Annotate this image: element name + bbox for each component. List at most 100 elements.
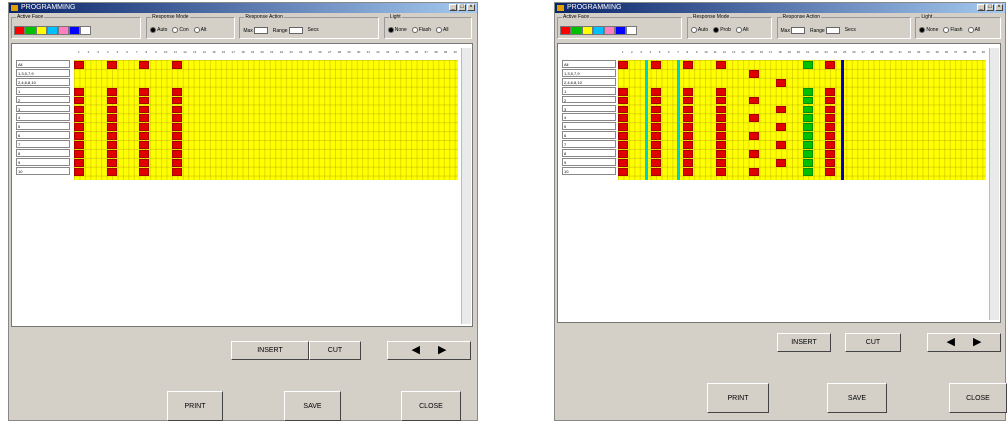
step-cell[interactable] — [803, 141, 814, 149]
radio-button[interactable] — [713, 27, 720, 33]
row-name-field[interactable]: 3 — [562, 104, 616, 113]
step-cell[interactable] — [74, 141, 84, 149]
step-cell[interactable] — [618, 96, 628, 105]
step-cell[interactable] — [803, 61, 814, 69]
response-mode-option[interactable]: Auto — [150, 27, 167, 33]
radio-button[interactable] — [387, 27, 394, 33]
range-input[interactable] — [288, 27, 303, 34]
light-option[interactable]: All — [435, 27, 449, 33]
step-cell[interactable] — [106, 87, 117, 96]
step-cell[interactable] — [748, 132, 759, 141]
step-cell[interactable] — [825, 158, 836, 167]
row-name-field[interactable]: 6 — [16, 131, 70, 140]
row-name-field[interactable]: 7 — [16, 140, 70, 148]
step-cell[interactable] — [139, 158, 150, 167]
step-cell[interactable] — [74, 150, 84, 158]
step-grid[interactable] — [618, 60, 986, 180]
response-mode-option[interactable]: Alt — [735, 27, 749, 33]
step-cell[interactable] — [683, 141, 694, 149]
step-cell[interactable] — [139, 123, 150, 132]
row-name-field[interactable]: All — [562, 60, 616, 68]
step-cell[interactable] — [716, 87, 727, 96]
step-cell[interactable] — [139, 167, 150, 176]
radio-button[interactable] — [172, 27, 179, 33]
step-cell[interactable] — [106, 158, 117, 167]
step-cell[interactable] — [825, 141, 836, 149]
step-cell[interactable] — [74, 167, 84, 176]
response-mode-option[interactable]: Auto — [690, 27, 708, 33]
minimize-button[interactable]: _ — [977, 4, 985, 11]
row-name-field[interactable]: 10 — [16, 166, 70, 175]
step-cell[interactable] — [650, 61, 661, 69]
step-cell[interactable] — [172, 123, 183, 132]
cut-button[interactable]: CUT — [309, 341, 361, 360]
face-chip[interactable] — [604, 26, 615, 35]
row-name-field[interactable]: 6 — [562, 131, 616, 140]
save-button[interactable]: SAVE — [284, 391, 341, 421]
step-cell[interactable] — [618, 87, 628, 96]
face-chip[interactable] — [626, 26, 637, 35]
step-cell[interactable] — [172, 150, 183, 158]
step-cell[interactable] — [139, 132, 150, 141]
face-chip[interactable] — [47, 26, 58, 35]
step-cell[interactable] — [716, 61, 727, 69]
insert-button[interactable]: INSERT — [231, 341, 309, 360]
row-name-field[interactable]: 4 — [16, 113, 70, 122]
row-name-field[interactable]: 1 — [562, 86, 616, 95]
step-cell[interactable] — [172, 141, 183, 149]
step-cell[interactable] — [825, 150, 836, 158]
radio-button[interactable] — [435, 27, 442, 33]
minimize-button[interactable]: _ — [449, 4, 457, 11]
row-name-field[interactable]: 5 — [16, 122, 70, 131]
step-cell[interactable] — [683, 87, 694, 96]
step-cell[interactable] — [650, 167, 661, 176]
step-cell[interactable] — [139, 96, 150, 105]
step-cell[interactable] — [74, 123, 84, 132]
step-cell[interactable] — [106, 114, 117, 123]
radio-button[interactable] — [411, 27, 418, 33]
face-chip[interactable] — [615, 26, 626, 35]
face-chip[interactable] — [14, 26, 25, 35]
step-cell[interactable] — [106, 141, 117, 149]
radio-button[interactable] — [150, 27, 157, 33]
step-cell[interactable] — [650, 87, 661, 96]
step-cell[interactable] — [172, 61, 183, 69]
range-input[interactable] — [825, 27, 840, 34]
step-cell[interactable] — [106, 105, 117, 114]
step-cell[interactable] — [74, 61, 84, 69]
step-cell[interactable] — [825, 123, 836, 132]
step-cell[interactable] — [776, 78, 787, 87]
step-cell[interactable] — [748, 96, 759, 105]
step-cell[interactable] — [683, 105, 694, 114]
step-cell[interactable] — [803, 150, 814, 158]
step-cell[interactable] — [716, 96, 727, 105]
arrow-left-icon[interactable]: ◀ — [947, 334, 955, 351]
step-cell[interactable] — [803, 158, 814, 167]
save-button[interactable]: SAVE — [827, 383, 887, 413]
vertical-scrollbar[interactable] — [461, 48, 471, 324]
step-cell[interactable] — [748, 167, 759, 176]
row-name-field[interactable]: 3 — [16, 104, 70, 113]
step-cell[interactable] — [618, 158, 628, 167]
step-cell[interactable] — [650, 105, 661, 114]
step-cell[interactable] — [139, 150, 150, 158]
step-cell[interactable] — [618, 167, 628, 176]
step-cell[interactable] — [139, 87, 150, 96]
step-cell[interactable] — [683, 123, 694, 132]
row-name-field[interactable]: 9 — [16, 157, 70, 166]
step-cell[interactable] — [803, 132, 814, 141]
step-cell[interactable] — [683, 114, 694, 123]
step-cell[interactable] — [618, 105, 628, 114]
row-name-field[interactable]: 2 — [16, 95, 70, 104]
step-cell[interactable] — [650, 141, 661, 149]
step-cell[interactable] — [683, 61, 694, 69]
step-cell[interactable] — [803, 96, 814, 105]
step-cell[interactable] — [650, 132, 661, 141]
radio-button[interactable] — [735, 27, 742, 33]
step-cell[interactable] — [618, 132, 628, 141]
arrow-right-icon[interactable]: ▶ — [438, 342, 446, 359]
step-cell[interactable] — [172, 114, 183, 123]
step-cell[interactable] — [139, 141, 150, 149]
vertical-scrollbar[interactable] — [989, 48, 999, 320]
step-cell[interactable] — [825, 167, 836, 176]
